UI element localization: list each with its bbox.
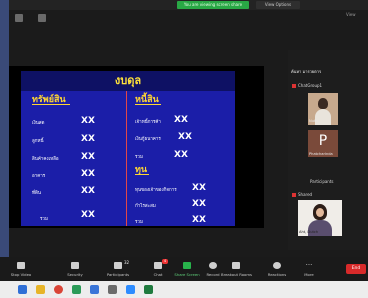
chat-bubble-icon (154, 262, 162, 269)
liability-label: เงินกู้ธนาคาร (135, 137, 161, 142)
people-icon (114, 262, 122, 269)
breakout-rooms-icon (232, 262, 240, 269)
asset-total-value: XX (81, 210, 95, 220)
stop-video-button[interactable]: Stop Video (6, 257, 36, 281)
asset-label: ที่ดิน (32, 191, 41, 196)
participants-panel: ค้นหา มารวยตาร ChatGroup1 Nuth P Phatcha… (288, 50, 368, 250)
shield-icon (71, 262, 79, 269)
equity-total-value: XX (192, 215, 206, 225)
participant-row[interactable]: ChatGroup1 (298, 83, 364, 88)
asset-label: สินค้าคงเหลือ (32, 157, 59, 162)
asset-value: XX (81, 152, 95, 162)
grid-view-icon[interactable] (38, 14, 46, 22)
presenter-video-tile[interactable]: Aht, Dutch (298, 200, 342, 236)
equity-underline (135, 174, 149, 175)
slide-title: งบดุล (114, 74, 142, 87)
asset-value: XX (81, 134, 95, 144)
liability-value: XX (178, 132, 192, 142)
participant-initial-tile[interactable]: P Phatcharinda (308, 130, 338, 157)
video-camera-icon (17, 262, 25, 269)
tile-name: Nuth (309, 119, 318, 123)
slide-divider (126, 91, 127, 226)
assets-underline (32, 104, 70, 105)
participant-video-tile[interactable]: Nuth (308, 93, 338, 125)
equity-total-label: รวม (135, 220, 143, 225)
smiley-icon (273, 262, 281, 269)
participants-button[interactable]: 32 Participants (103, 257, 133, 281)
participants-count: 32 (124, 260, 130, 265)
chrome-icon[interactable] (54, 285, 63, 294)
liabilities-underline (135, 104, 161, 105)
asset-label: เงินสด (32, 121, 45, 126)
equity-value: XX (192, 183, 206, 193)
file-explorer-icon[interactable] (36, 285, 45, 294)
equity-value: XX (192, 199, 206, 209)
end-meeting-button[interactable]: End (346, 264, 366, 274)
avatar-face (316, 208, 324, 217)
participant-row[interactable]: Shared (298, 192, 364, 197)
chat-button[interactable]: 4 Chat (143, 257, 173, 281)
liability-total-label: รวม (135, 155, 143, 160)
breakout-rooms-button[interactable]: Breakout Rooms (221, 257, 252, 281)
participants-section-label: Participants (310, 179, 334, 184)
app-icon[interactable] (108, 285, 117, 294)
tile-name: Aht, Dutch (299, 230, 319, 234)
asset-value: XX (81, 169, 95, 179)
app-icon[interactable] (72, 285, 81, 294)
chat-badge: 4 (162, 259, 168, 264)
balance-sheet-slide: งบดุล ทรัพย์สิน เงินสด XX ลูกหนี้ XX สิน… (21, 71, 235, 226)
asset-label: อาคาร (32, 174, 46, 179)
muted-icon (292, 193, 296, 197)
view-options-button[interactable]: View Options (256, 1, 300, 9)
asset-label: ลูกหนี้ (32, 139, 44, 144)
avatar (318, 98, 328, 109)
asset-value: XX (81, 116, 95, 126)
more-dots-icon: ··· (305, 261, 313, 269)
window-left-edge (0, 0, 9, 272)
asset-total-label: รวม (40, 217, 48, 222)
zoom-icon[interactable] (126, 285, 135, 294)
app-icon[interactable] (90, 285, 99, 294)
liability-label: เจ้าหนี้การค้า (135, 120, 161, 125)
start-icon[interactable] (18, 285, 27, 294)
equity-label: กำไรสะสม (135, 204, 156, 209)
more-button[interactable]: ··· More (294, 257, 324, 281)
participant-initial: P (318, 133, 328, 149)
excel-icon[interactable] (144, 285, 153, 294)
security-button[interactable]: Security (60, 257, 90, 281)
record-icon (209, 262, 217, 269)
liability-total-value: XX (174, 150, 188, 160)
screen-share-banner[interactable]: You are viewing screen share (177, 1, 249, 9)
share-screen-icon (183, 262, 191, 269)
tile-name: Phatcharinda (309, 152, 333, 156)
muted-icon (292, 84, 296, 88)
reactions-button[interactable]: Reactions (262, 257, 292, 281)
view-label[interactable]: View (346, 12, 356, 17)
participants-search[interactable]: ค้นหา มารวยตาร (291, 68, 365, 75)
asset-value: XX (81, 186, 95, 196)
liability-value: XX (174, 115, 188, 125)
equity-label: ทุนของเจ้าของกิจการ (135, 188, 177, 193)
os-taskbar (0, 281, 368, 298)
security-shield-icon[interactable] (15, 14, 23, 22)
shared-screen: งบดุล ทรัพย์สิน เงินสด XX ลูกหนี้ XX สิน… (9, 66, 264, 228)
meeting-toolbar: Stop Video Security 32 Participants 4 Ch… (0, 257, 368, 281)
